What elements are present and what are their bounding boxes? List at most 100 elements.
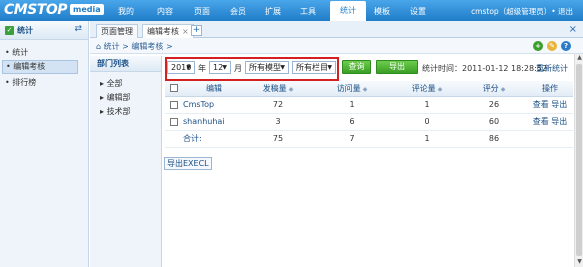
department-title: 部门列表 [90,56,161,72]
nav-item-settings[interactable]: 设置 [410,6,426,17]
sort-icon[interactable]: ◆ [438,86,443,93]
scroll-up-icon[interactable]: ▲ [575,54,583,63]
posts-cell: 72 [245,96,311,114]
nav-item-extensions[interactable]: 扩展 [265,6,281,17]
chevron-down-icon: ▼ [280,64,285,71]
column-value: 所有栏目 [296,63,328,72]
refresh-icon[interactable]: ⇄ [74,24,82,34]
editor-name[interactable]: CmsTop [183,96,245,114]
tab-editor-review[interactable]: 编辑考核 × [142,24,194,39]
total-actions [527,130,573,148]
close-icon[interactable]: × [569,24,577,35]
nav-item-content[interactable]: 内容 [157,6,173,17]
nav-item-members[interactable]: 会员 [230,6,246,17]
nav-item-statistics[interactable]: 统计 [330,1,366,21]
sidebar-header: ✓ 统计 ⇄ [0,21,88,40]
add-icon[interactable]: + [533,41,543,51]
dept-item-label: 全部 [106,79,123,88]
header-label: 评论量 [411,83,436,93]
dept-item-label: 编辑部 [106,93,131,102]
nav-item-pages[interactable]: 页面 [194,6,210,17]
checkbox[interactable] [170,117,178,126]
app-logo: CMSTOP media [4,2,109,19]
close-tab-icon[interactable]: × [182,27,189,36]
total-visits: 7 [311,130,393,148]
department-panel: 部门列表 ▸ 全部 ▸ 编辑部 ▸ 技术部 [90,56,162,267]
sort-icon[interactable]: ◆ [501,86,506,93]
dept-item-tech[interactable]: ▸ 技术部 [100,106,131,117]
header-label: 发稿量 [262,83,287,93]
restat-link[interactable]: 重新统计 [536,63,568,74]
add-tab-icon[interactable]: + [191,25,202,36]
month-label: 月 [234,64,242,73]
dept-item-label: 技术部 [106,107,131,116]
header-select-all[interactable] [165,81,183,97]
logo-badge: media [70,4,104,15]
nav-item-mine[interactable]: 我的 [118,6,134,17]
checkbox[interactable] [170,100,178,109]
sort-icon[interactable]: ◆ [363,86,368,93]
actions-cell: 查看 导出 [527,96,573,114]
header-actions: 操作 [527,81,573,97]
total-score: 86 [461,130,527,148]
export-link[interactable]: 导出 [551,117,567,126]
scroll-down-icon[interactable]: ▼ [575,258,583,267]
export-excel-bottom-button[interactable]: 导出EXECL [164,157,212,170]
nav-item-templates[interactable]: 模板 [374,6,390,17]
year-label: 年 [198,64,206,73]
comments-cell: 0 [393,113,461,131]
view-link[interactable]: 查看 [533,117,549,126]
view-link[interactable]: 查看 [533,100,549,109]
stat-time-label: 统计时间： [422,64,462,73]
posts-cell: 3 [245,113,311,131]
export-excel-button[interactable]: 导出EXECL [376,60,418,83]
year-select[interactable]: 2010 ▼ [167,61,195,74]
editor-name[interactable]: shanhuhai [183,113,245,131]
main-content: 2010 ▼ 年 12 ▼ 月 所有模型 ▼ 所有栏目 ▼ 查询 导出EXECL 统计时… [162,54,574,267]
row-select[interactable] [165,113,183,131]
tab-label: 编辑考核 [147,27,179,36]
scroll-thumb[interactable] [576,64,582,256]
sidebar-item-label: 编辑考核 [13,62,46,71]
score-cell: 26 [461,96,527,114]
month-select[interactable]: 12 ▼ [209,61,231,74]
dept-item-all[interactable]: ▸ 全部 [100,78,123,89]
sidebar-item-editor-review[interactable]: • 编辑考核 [2,60,78,74]
stat-time: 统计时间：2011-01-12 18:28:52 [422,63,547,74]
home-icon[interactable]: ⌂ [96,42,104,51]
export-link[interactable]: 导出 [551,100,567,109]
user-info[interactable]: cmstop（超级管理员）• 退出 [471,6,573,17]
logo-text: CMSTOP [4,2,68,18]
row-select[interactable] [165,96,183,114]
total-comments: 1 [393,130,461,148]
chevron-down-icon: ▼ [186,64,191,71]
sidebar: ✓ 统计 ⇄ • 统计 • 编辑考核 • 排行榜 [0,21,89,267]
tab-bar: 页面管理 编辑考核 × + × [90,21,583,39]
visits-cell: 1 [311,96,393,114]
header-label: 编辑 [206,83,222,93]
checkbox[interactable] [170,84,178,93]
score-cell: 60 [461,113,527,131]
help-icon[interactable]: ? [561,41,571,51]
table-row: CmsTop 72 1 1 26 查看 导出 [165,96,573,114]
model-select[interactable]: 所有模型 ▼ [245,61,289,74]
vertical-scrollbar[interactable]: ▲ ▼ [574,54,583,267]
query-button[interactable]: 查询 [342,60,371,74]
column-select[interactable]: 所有栏目 ▼ [292,61,336,74]
header-posts[interactable]: 发稿量 ◆ [245,81,311,97]
sidebar-item-statistics[interactable]: • 统计 [5,47,28,58]
header-score[interactable]: 评分 ◆ [461,81,527,97]
header-comments[interactable]: 评论量 ◆ [393,81,461,97]
sidebar-title: 统计 [17,26,33,35]
nav-item-tools[interactable]: 工具 [300,6,316,17]
dept-item-editorial[interactable]: ▸ 编辑部 [100,92,131,103]
total-spacer [165,130,183,148]
header-visits[interactable]: 访问量 ◆ [311,81,393,97]
sidebar-item-ranking[interactable]: • 排行榜 [5,77,36,88]
table-total-row: 合计: 75 7 1 86 [165,130,573,148]
edit-icon[interactable]: ✎ [547,41,557,51]
sort-icon[interactable]: ◆ [289,86,294,93]
header-editor: 编辑 [183,81,245,97]
breadcrumb-text[interactable]: 统计 > 编辑考核 > [104,42,173,51]
tab-page-management[interactable]: 页面管理 [96,24,138,38]
